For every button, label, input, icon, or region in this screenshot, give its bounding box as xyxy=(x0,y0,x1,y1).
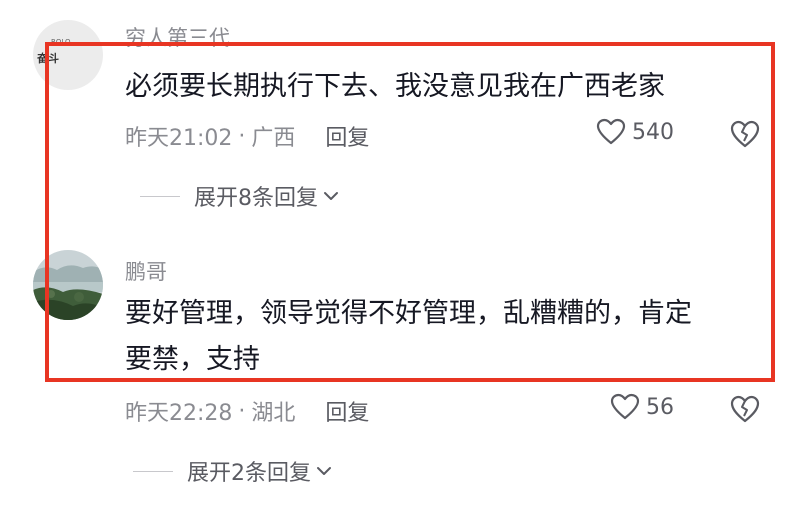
highlight-box xyxy=(45,42,775,382)
divider-line xyxy=(133,470,173,472)
meta-separator: · xyxy=(238,398,246,424)
expand-replies-button[interactable]: 展开2条回复 xyxy=(133,455,333,487)
like-count: 56 xyxy=(646,394,674,420)
dislike-icon[interactable] xyxy=(729,394,761,424)
expand-replies-label: 展开2条回复 xyxy=(187,461,311,486)
chevron-down-icon xyxy=(317,467,331,475)
comment-location: 湖北 xyxy=(251,401,296,426)
heart-icon xyxy=(610,393,640,420)
comment-meta: 昨天22:28 · 湖北 回复 xyxy=(125,395,369,427)
like-button[interactable]: 56 xyxy=(610,393,674,421)
comment-time: 昨天22:28 xyxy=(125,401,233,426)
reply-button[interactable]: 回复 xyxy=(325,395,369,427)
